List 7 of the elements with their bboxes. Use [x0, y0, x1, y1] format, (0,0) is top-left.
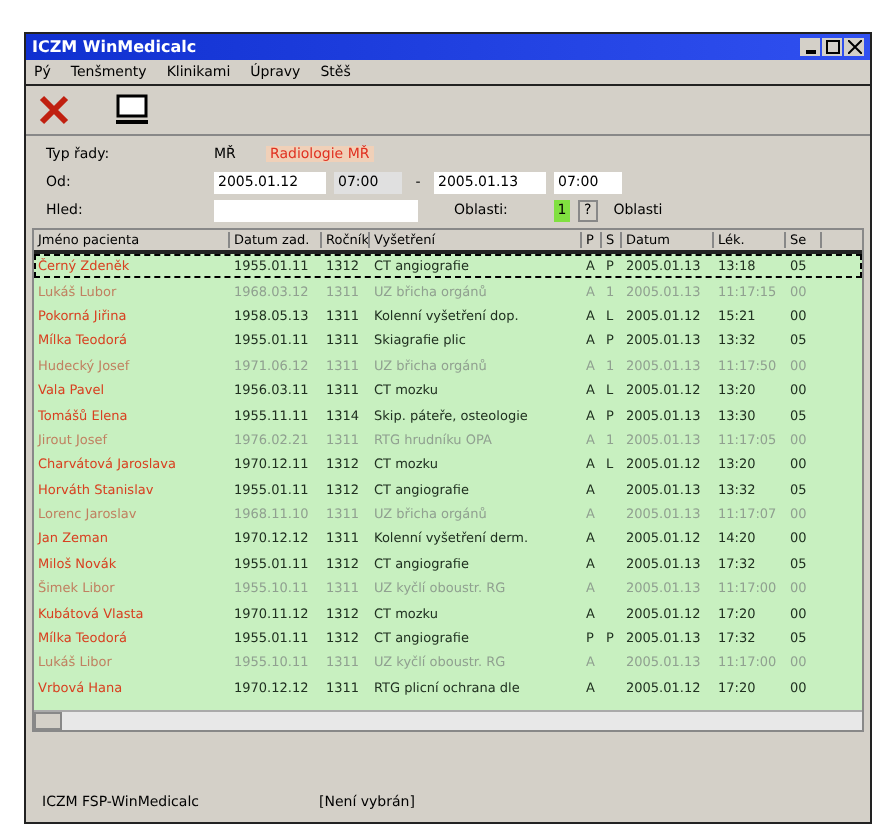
maximize-icon[interactable] [825, 40, 839, 54]
search-field[interactable] [214, 199, 418, 221]
close-icon[interactable] [847, 40, 861, 54]
delete-icon[interactable] [38, 94, 70, 126]
horizontal-scrollbar[interactable] [34, 710, 862, 730]
monitor-icon[interactable] [114, 94, 150, 126]
window-title: ICZM WinMedicalc [32, 38, 197, 56]
